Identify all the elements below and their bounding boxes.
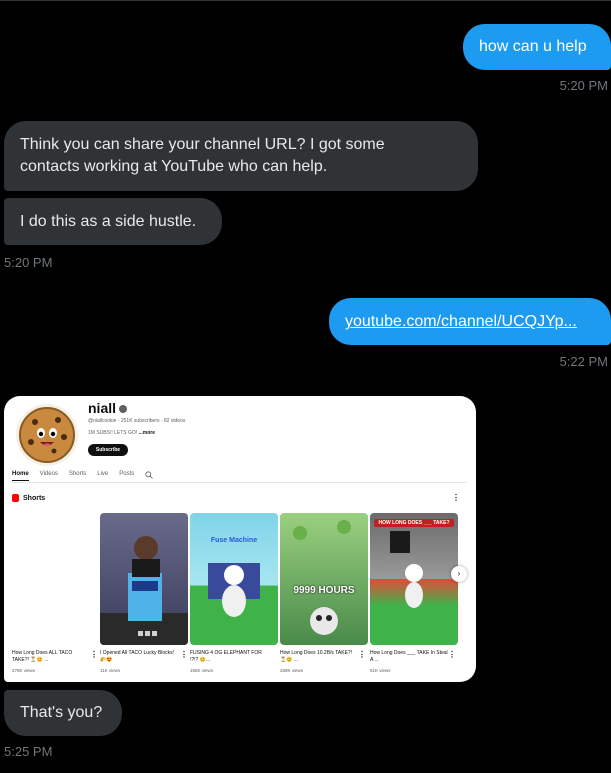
message-text: That's you?	[20, 704, 103, 721]
timestamp: 5:25 PM	[4, 744, 53, 759]
short-thumbnail: HOW LONG DOES ___ TAKE?	[370, 513, 458, 645]
thumbnail-text: Fuse Machine	[210, 537, 258, 544]
channel-name-text: niall	[88, 400, 117, 416]
timestamp: 5:20 PM	[4, 255, 53, 270]
message-text-line: Think you can share your channel URL? I …	[20, 136, 385, 153]
more-options-icon: ⋮	[452, 493, 460, 502]
more-options-icon: ⋮	[180, 650, 188, 659]
short-thumbnail	[100, 513, 188, 645]
message-outgoing-link[interactable]: youtube.com/channel/UCQJYp...	[329, 298, 611, 345]
shorts-title-text: Shorts	[23, 494, 46, 502]
message-outgoing[interactable]: how can u help	[463, 24, 611, 70]
short-views: 11K views	[100, 668, 121, 673]
channel-avatar	[16, 404, 78, 466]
message-incoming[interactable]: I do this as a side hustle.	[4, 198, 222, 245]
message-incoming[interactable]: That's you?	[4, 690, 122, 736]
thumbnail-text: HOW LONG DOES ___ TAKE?	[374, 519, 454, 527]
timestamp: 5:22 PM	[559, 354, 608, 369]
more-options-icon: ⋮	[448, 650, 456, 659]
tab-videos: Videos	[39, 471, 58, 477]
tabs-divider	[12, 482, 467, 483]
short-title: I Opened All TACO Lucky Blocks! 🌮😍	[100, 650, 175, 663]
channel-description-text: 1M SUBS!! LETS GO!	[88, 430, 139, 436]
message-text-line: contacts working at YouTube who can help…	[20, 158, 328, 175]
short-title: FUSING 4 OG ELEPHANT FOR !?!? 😊...	[190, 650, 262, 663]
timestamp: 5:20 PM	[559, 78, 608, 93]
tab-live: Live	[97, 471, 109, 477]
shorts-icon	[12, 494, 19, 502]
image-message-youtube-screenshot[interactable]: niall @niallcookie · 251K subscribers · …	[4, 396, 476, 682]
short-views: 61K views	[370, 668, 391, 673]
short-views: 165K views	[190, 668, 214, 673]
channel-name: niall	[88, 400, 128, 416]
verified-icon	[119, 405, 128, 414]
chevron-right-icon: ›	[451, 566, 467, 582]
short-views: 268K views	[280, 668, 304, 673]
subscribe-button: Subscribe	[88, 444, 128, 456]
tab-posts: Posts	[119, 471, 135, 477]
message-text: how can u help	[479, 38, 587, 55]
channel-link[interactable]: youtube.com/channel/UCQJYp...	[345, 313, 577, 330]
search-icon	[145, 471, 154, 481]
channel-tabs: Home Videos Shorts Live Posts	[12, 471, 154, 481]
tab-home: Home	[12, 471, 29, 481]
short-thumbnail: 9999 HOURS	[280, 513, 368, 645]
more-options-icon: ⋮	[358, 650, 366, 659]
short-title: How Long Does ALL TACO TAKE?! ⏳😊 ...	[12, 650, 73, 663]
short-title: How Long Does 10.2B/s TAKE?! ⏳😊 ...	[280, 650, 353, 663]
tab-shorts: Shorts	[68, 471, 87, 477]
message-text: I do this as a side hustle.	[20, 213, 197, 230]
thumbnail-text: 9999 HOURS	[293, 585, 355, 596]
channel-description: 1M SUBS!! LETS GO! ...more	[88, 430, 155, 436]
shorts-section-title: Shorts	[12, 494, 45, 502]
channel-meta: @niallcookie · 251K subscribers · 82 vid…	[88, 418, 186, 424]
message-incoming[interactable]: Think you can share your channel URL? I …	[4, 121, 478, 191]
short-views: 278K views	[12, 668, 36, 673]
short-title: How Long Does ___ TAKE In Steal A ...	[370, 650, 448, 663]
more-options-icon: ⋮	[90, 650, 98, 659]
top-divider	[0, 0, 611, 1]
short-thumbnail: Fuse Machine	[190, 513, 278, 645]
more-link: ...more	[138, 430, 155, 436]
